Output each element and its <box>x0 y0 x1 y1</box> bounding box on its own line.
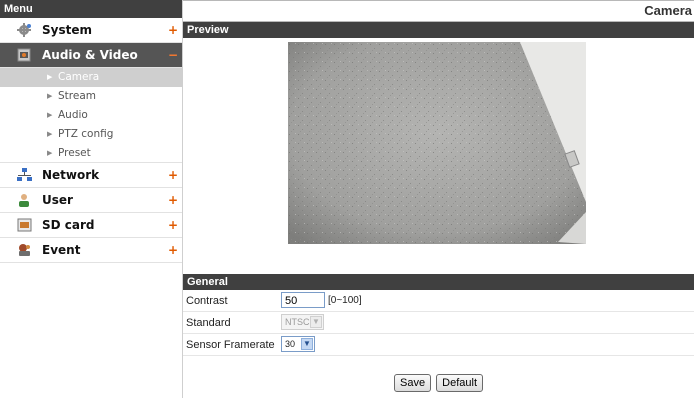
contrast-range-hint: [0~100] <box>328 294 362 306</box>
sidebar-item-label: System <box>42 23 92 37</box>
sd-card-icon <box>17 218 32 232</box>
page-title: Camera <box>183 0 694 22</box>
expand-icon[interactable]: + <box>168 188 178 212</box>
chevron-right-icon: ▶ <box>47 130 53 138</box>
main-content: Camera Preview General Contrast 50 [0~10… <box>183 0 694 398</box>
submenu-item-preset[interactable]: ▶ Preset <box>0 144 182 163</box>
expand-icon[interactable]: + <box>168 18 178 42</box>
sensor-framerate-row: Sensor Framerate 30 ▼ <box>183 334 694 356</box>
chevron-right-icon: ▶ <box>47 149 53 157</box>
submenu-item-label: PTZ config <box>58 128 114 140</box>
contrast-field-group: 50 [0~100] <box>281 292 362 308</box>
standard-field-group: NTSC ▼ <box>281 314 324 330</box>
preview-section-header: Preview <box>183 22 694 38</box>
submenu-item-stream[interactable]: ▶ Stream <box>0 87 182 106</box>
menu-header: Menu <box>0 0 182 18</box>
sidebar-item-network[interactable]: Network + <box>0 163 182 188</box>
standard-select-value: NTSC <box>285 317 310 327</box>
preview-area <box>183 38 694 274</box>
standard-label: Standard <box>186 317 231 329</box>
sidebar-item-label: Event <box>42 243 81 257</box>
sidebar-item-audio-video[interactable]: Audio & Video − <box>0 43 182 68</box>
sidebar-item-event[interactable]: Event + <box>0 238 182 263</box>
general-section-header: General <box>183 274 694 290</box>
contrast-input[interactable]: 50 <box>281 292 325 308</box>
collapse-icon[interactable]: − <box>168 43 178 67</box>
chevron-down-icon: ▼ <box>310 316 322 328</box>
sensor-framerate-select-value: 30 <box>285 339 296 349</box>
standard-row: Standard NTSC ▼ <box>183 312 694 334</box>
expand-icon[interactable]: + <box>168 213 178 237</box>
save-button[interactable]: Save <box>394 374 432 392</box>
event-icon <box>19 244 30 256</box>
default-button[interactable]: Default <box>436 374 483 392</box>
chevron-right-icon: ▶ <box>47 73 53 81</box>
submenu-item-label: Stream <box>58 90 96 102</box>
standard-select: NTSC ▼ <box>281 314 324 330</box>
sensor-framerate-field-group: 30 ▼ <box>281 336 315 352</box>
contrast-label: Contrast <box>186 295 228 307</box>
submenu-item-ptz-config[interactable]: ▶ PTZ config <box>0 125 182 144</box>
sidebar-item-label: User <box>42 193 73 207</box>
sidebar-item-label: Audio & Video <box>42 48 138 62</box>
sensor-framerate-label: Sensor Framerate <box>186 339 275 351</box>
gear-icon <box>17 23 31 37</box>
submenu-item-camera[interactable]: ▶ Camera <box>0 68 182 87</box>
sidebar-item-system[interactable]: System + <box>0 18 182 43</box>
sidebar-item-label: SD card <box>42 218 95 232</box>
network-icon <box>17 168 32 181</box>
submenu-item-label: Preset <box>58 147 91 159</box>
camera-preview-image <box>288 42 586 244</box>
sidebar: Menu System + Audio & Video − ▶ Camera ▶… <box>0 0 183 398</box>
contrast-row: Contrast 50 [0~100] <box>183 290 694 312</box>
expand-icon[interactable]: + <box>168 238 178 262</box>
chevron-down-icon[interactable]: ▼ <box>301 338 313 350</box>
sidebar-item-sd-card[interactable]: SD card + <box>0 213 182 238</box>
sidebar-item-label: Network <box>42 168 100 182</box>
submenu-item-audio[interactable]: ▶ Audio <box>0 106 182 125</box>
chevron-right-icon: ▶ <box>47 111 53 119</box>
camera-icon <box>17 48 31 62</box>
sensor-framerate-select[interactable]: 30 ▼ <box>281 336 315 352</box>
buttons-row: Save Default <box>183 374 694 394</box>
expand-icon[interactable]: + <box>168 163 178 187</box>
chevron-right-icon: ▶ <box>47 92 53 100</box>
submenu-item-label: Audio <box>58 109 88 121</box>
submenu-item-label: Camera <box>58 71 100 83</box>
sidebar-item-user[interactable]: User + <box>0 188 182 213</box>
user-icon <box>19 194 29 207</box>
